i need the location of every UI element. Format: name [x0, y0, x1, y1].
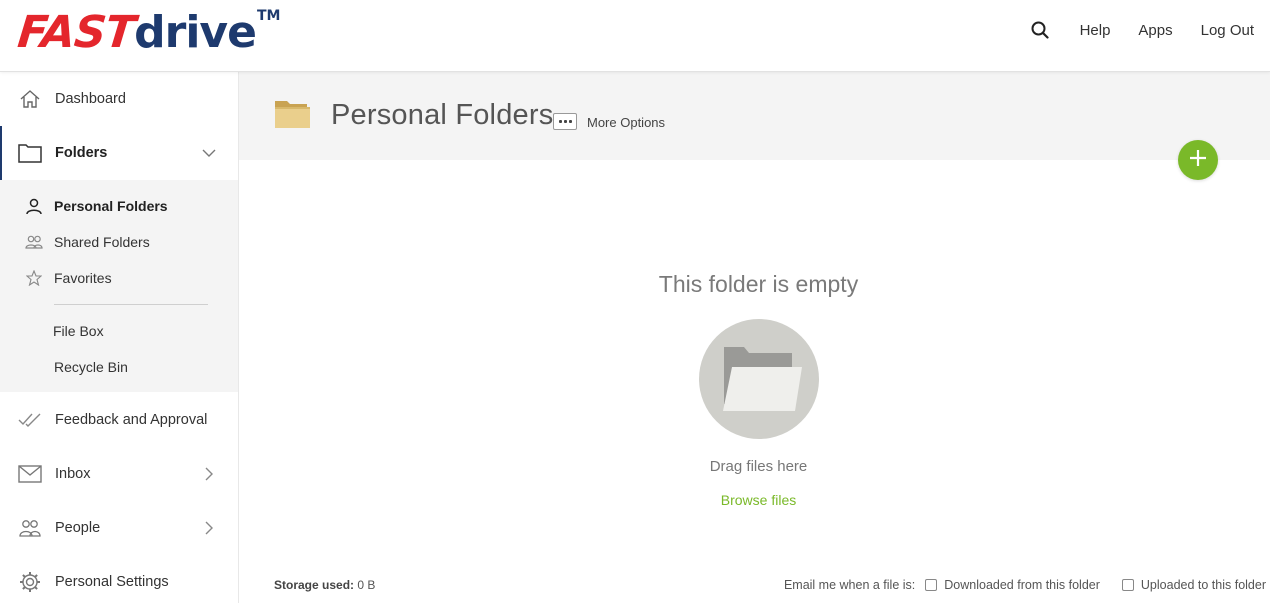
folders-subnav: Personal Folders Shared Folders Favorite…: [0, 180, 238, 392]
empty-state-title: This folder is empty: [658, 271, 859, 297]
gear-icon: [18, 570, 42, 594]
uploaded-label[interactable]: Uploaded to this folder: [1141, 578, 1266, 592]
sidebar-item-label: Dashboard: [55, 91, 126, 107]
people-icon: [18, 516, 42, 540]
home-icon: [18, 87, 42, 111]
envelope-icon: [18, 462, 42, 486]
subnav-item-file-box[interactable]: File Box: [53, 319, 104, 343]
title-band: Personal Folders More Options: [239, 72, 1270, 160]
subnav-item-label: Favorites: [54, 270, 112, 286]
sidebar: Dashboard Folders Personal Folders Share…: [0, 72, 239, 603]
chevron-right-icon[interactable]: [202, 521, 216, 535]
more-options-label[interactable]: More Options: [587, 115, 665, 130]
subnav-item-label: Recycle Bin: [54, 359, 128, 375]
page-title: Personal Folders: [331, 99, 554, 131]
logout-link[interactable]: Log Out: [1201, 22, 1254, 39]
subnav-item-label: Personal Folders: [54, 198, 168, 214]
logo-fast-text: FAST: [15, 7, 137, 58]
browse-files-link[interactable]: Browse files: [239, 492, 1270, 508]
chevron-down-icon[interactable]: [202, 146, 216, 160]
subnav-item-label: Shared Folders: [54, 234, 150, 250]
sidebar-item-dashboard[interactable]: Dashboard: [0, 72, 238, 126]
downloaded-checkbox[interactable]: [925, 579, 938, 591]
sidebar-item-feedback[interactable]: Feedback and Approval: [0, 393, 238, 447]
uploaded-checkbox[interactable]: [1121, 579, 1134, 591]
subnav-item-favorites[interactable]: Favorites: [24, 266, 112, 290]
help-link[interactable]: Help: [1080, 22, 1111, 39]
sidebar-item-inbox[interactable]: Inbox: [0, 447, 238, 501]
chevron-right-icon[interactable]: [202, 467, 216, 481]
sidebar-item-label: Inbox: [55, 466, 91, 482]
subnav-item-shared-folders[interactable]: Shared Folders: [24, 230, 150, 254]
person-icon: [24, 196, 44, 216]
top-header: FAST drive TM Help Apps Log Out: [0, 0, 1270, 72]
add-button[interactable]: [1178, 140, 1218, 180]
subnav-item-recycle-bin[interactable]: Recycle Bin: [54, 355, 128, 379]
email-notify-options: Email me when a file is: Downloaded from…: [784, 578, 1266, 592]
subnav-item-personal-folders[interactable]: Personal Folders: [24, 194, 168, 218]
search-icon[interactable]: [1030, 20, 1050, 40]
logo-trademark: TM: [256, 8, 281, 24]
subnav-divider: [54, 304, 208, 305]
plus-icon: [1189, 149, 1207, 172]
main-content: Personal Folders More Options This folde…: [239, 72, 1270, 603]
folder-icon: [274, 98, 311, 134]
storage-used: Storage used: 0 B: [274, 578, 375, 592]
more-options-button[interactable]: [553, 113, 577, 130]
storage-label: Storage used:: [274, 578, 355, 592]
apps-link[interactable]: Apps: [1138, 22, 1172, 39]
folder-icon: [18, 141, 42, 165]
sidebar-item-people[interactable]: People: [0, 501, 238, 555]
star-icon: [24, 268, 44, 288]
logo-drive-text: drive: [134, 7, 257, 58]
top-nav: Help Apps Log Out: [1030, 0, 1254, 60]
sidebar-item-label: Folders: [55, 145, 108, 161]
sidebar-item-label: People: [55, 520, 101, 536]
sidebar-item-label: Feedback and Approval: [55, 412, 208, 428]
sidebar-item-personal-settings[interactable]: Personal Settings: [0, 555, 238, 603]
storage-value: 0 B: [357, 578, 376, 592]
people-icon: [24, 232, 44, 252]
downloaded-label[interactable]: Downloaded from this folder: [944, 578, 1100, 592]
sidebar-item-folders[interactable]: Folders: [0, 126, 238, 180]
sidebar-item-label: Personal Settings: [55, 574, 169, 590]
subnav-item-label: File Box: [53, 323, 104, 339]
notify-label: Email me when a file is:: [783, 578, 916, 592]
empty-folder-illustration: [699, 319, 819, 439]
double-check-icon: [18, 408, 42, 432]
fastdrive-logo[interactable]: FAST drive TM: [15, 6, 281, 58]
drag-files-hint: Drag files here: [709, 458, 808, 475]
